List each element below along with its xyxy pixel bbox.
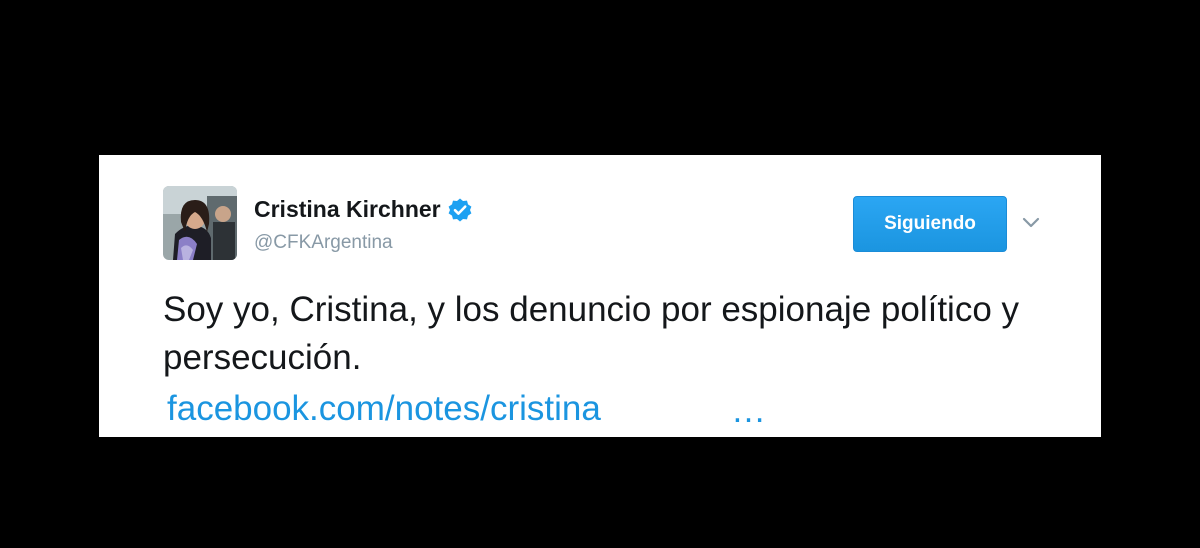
author-display-name[interactable]: Cristina Kirchner [254,196,441,223]
avatar[interactable] [163,186,237,260]
author-handle[interactable]: @CFKArgentina [254,232,393,254]
following-button[interactable]: Siguiendo [853,196,1007,252]
chevron-down-icon[interactable] [1021,212,1041,232]
author-name-row: Cristina Kirchner [254,196,473,223]
tweet-text: Soy yo, Cristina, y los denuncio por esp… [163,290,1020,377]
screen-frame: Cristina Kirchner @CFKArgentina Siguiend… [0,0,1200,548]
tweet-card: Cristina Kirchner @CFKArgentina Siguiend… [99,155,1101,437]
tweet-link[interactable]: facebook.com/notes/cristina [167,385,601,433]
verified-badge-icon [447,197,473,223]
profile-photo [163,186,237,260]
tweet-link-ellipsis[interactable]: … [731,387,766,435]
